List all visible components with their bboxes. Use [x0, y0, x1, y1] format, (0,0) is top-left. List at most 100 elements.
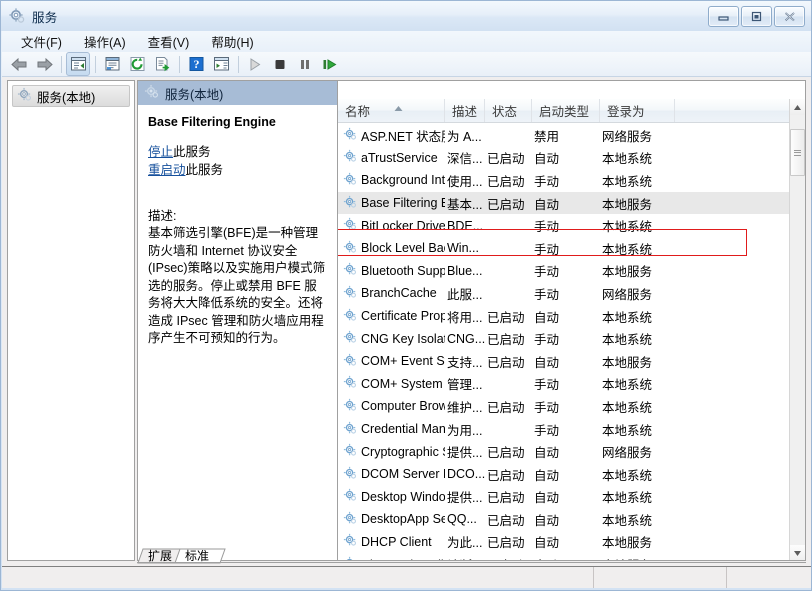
- cell-log-on-as: 网络服务: [600, 442, 675, 461]
- cell-service-name: COM+ Event Sys...: [338, 353, 445, 370]
- cell-description: DCO...: [445, 467, 485, 481]
- table-row[interactable]: BitLocker Drive ...BDE...手动本地系统: [338, 214, 790, 237]
- cell-description: 为用...: [445, 420, 485, 439]
- properties-icon[interactable]: [100, 52, 124, 76]
- help-icon[interactable]: ?: [184, 52, 208, 76]
- content-area: 服务(本地): [2, 77, 811, 566]
- service-name-label: Computer Brow...: [361, 399, 445, 413]
- column-header-description[interactable]: 描述: [445, 99, 485, 122]
- restart-service-link[interactable]: 重启动: [148, 163, 186, 177]
- table-row[interactable]: Background Inte...使用...已启动手动本地系统: [338, 169, 790, 192]
- cell-log-on-as: 本地系统: [600, 397, 675, 416]
- column-header-log-on-as[interactable]: 登录为: [600, 99, 675, 122]
- service-name-label: CNG Key Isolation: [361, 332, 445, 346]
- toolbar: ?: [2, 52, 811, 77]
- table-row[interactable]: aTrustService深信...已启动自动本地系统: [338, 147, 790, 170]
- cell-description: 为 A...: [445, 126, 485, 145]
- service-name-label: COM+ System A...: [361, 377, 445, 391]
- list-column-headers: 名称 描述 状态 启动类型 登录为: [338, 99, 805, 123]
- service-name-label: Block Level Back...: [361, 241, 445, 255]
- list-vertical-scrollbar[interactable]: [789, 99, 805, 561]
- cell-service-name: Desktop Windo...: [338, 488, 445, 505]
- table-row[interactable]: Bluetooth Supp...Blue...手动本地服务: [338, 260, 790, 283]
- scrollbar-thumb[interactable]: [790, 129, 805, 176]
- table-row[interactable]: ASP.NET 状态服务为 A...禁用网络服务: [338, 124, 790, 147]
- close-button[interactable]: [774, 6, 805, 27]
- cell-service-name: COM+ System A...: [338, 375, 445, 392]
- table-row[interactable]: BranchCache此服...手动网络服务: [338, 282, 790, 305]
- status-bar: [2, 566, 811, 588]
- cell-description: 支持...: [445, 352, 485, 371]
- menu-item-file[interactable]: 文件(F): [10, 30, 73, 53]
- back-icon[interactable]: [7, 52, 31, 76]
- window-title: 服务: [32, 7, 58, 26]
- cell-log-on-as: 本地系统: [600, 148, 675, 167]
- service-gear-icon: [343, 149, 357, 166]
- services-list-pane: 名称 描述 状态 启动类型 登录为 ASP.NET 状态服务为 A...禁用网络…: [337, 80, 806, 561]
- stop-service-icon[interactable]: [268, 52, 292, 76]
- stop-service-link[interactable]: 停止: [148, 145, 173, 159]
- cell-startup-type: 手动: [532, 329, 600, 348]
- tab-standard[interactable]: 标准: [174, 548, 216, 563]
- cell-log-on-as: 网络服务: [600, 126, 675, 145]
- toolbar-separator: [61, 56, 62, 73]
- table-row[interactable]: Computer Brow...维护...已启动手动本地系统: [338, 395, 790, 418]
- scrollbar-grip-icon: [794, 148, 801, 157]
- cell-status: 已启动: [485, 397, 532, 416]
- column-header-startup-type[interactable]: 启动类型: [532, 99, 600, 122]
- pause-service-icon[interactable]: [293, 52, 317, 76]
- column-header-name-label: 名称: [345, 101, 370, 120]
- menu-item-view[interactable]: 查看(V): [137, 30, 201, 53]
- cell-status: 已启动: [485, 194, 532, 213]
- services-list-rows: ASP.NET 状态服务为 A...禁用网络服务 aTrustService深信…: [338, 124, 790, 561]
- services-window: 服务 文件(F) 操作(A) 查看(V) 帮助(H): [0, 0, 812, 591]
- maximize-button[interactable]: [741, 6, 772, 27]
- table-row[interactable]: CNG Key IsolationCNG...已启动手动本地系统: [338, 327, 790, 350]
- cell-log-on-as: 本地系统: [600, 329, 675, 348]
- menu-item-action[interactable]: 操作(A): [73, 30, 137, 53]
- restart-service-icon[interactable]: [318, 52, 342, 76]
- column-header-status[interactable]: 状态: [485, 99, 532, 122]
- tabs-baseline: [137, 562, 806, 563]
- table-row[interactable]: DesktopApp Ser...QQ...已启动自动本地系统: [338, 508, 790, 531]
- cell-service-name: CNG Key Isolation: [338, 330, 445, 347]
- scroll-up-arrow-icon[interactable]: [790, 99, 805, 115]
- table-row[interactable]: Desktop Windo...提供...已启动自动本地系统: [338, 486, 790, 509]
- table-row[interactable]: Block Level Back...Win...手动本地系统: [338, 237, 790, 260]
- table-row[interactable]: Cryptographic S...提供...已启动自动网络服务: [338, 440, 790, 463]
- forward-icon[interactable]: [32, 52, 56, 76]
- service-name-label: Credential Mana...: [361, 422, 445, 436]
- table-row[interactable]: COM+ Event Sys...支持...已启动自动本地服务: [338, 350, 790, 373]
- table-row[interactable]: DCOM Server Pr...DCO...已启动自动本地系统: [338, 463, 790, 486]
- cell-description: Win...: [445, 241, 485, 255]
- service-name-label: Certificate Propa...: [361, 309, 445, 323]
- table-row[interactable]: COM+ System A...管理...手动本地系统: [338, 373, 790, 396]
- service-gear-icon: [343, 375, 357, 392]
- show-action-pane-icon[interactable]: [209, 52, 233, 76]
- service-name-label: Background Inte...: [361, 173, 445, 187]
- refresh-icon[interactable]: [125, 52, 149, 76]
- service-name-label: aTrustService: [361, 151, 438, 165]
- cell-service-name: Base Filtering En...: [338, 195, 445, 212]
- services-gear-icon: [8, 7, 26, 25]
- column-header-filler[interactable]: [675, 99, 805, 122]
- start-service-icon[interactable]: [243, 52, 267, 76]
- tab-extended[interactable]: 扩展: [137, 548, 179, 563]
- minimize-button[interactable]: [708, 6, 739, 27]
- cell-log-on-as: 本地系统: [600, 171, 675, 190]
- export-list-icon[interactable]: [150, 52, 174, 76]
- tab-standard-label: 标准: [183, 547, 213, 564]
- menu-item-help[interactable]: 帮助(H): [200, 30, 264, 53]
- cell-service-name: aTrustService: [338, 149, 445, 166]
- service-gear-icon: [343, 511, 357, 528]
- cell-log-on-as: 本地系统: [600, 420, 675, 439]
- cell-description: Blue...: [445, 264, 485, 278]
- tree-item-services-local[interactable]: 服务(本地): [12, 85, 130, 107]
- table-row[interactable]: Base Filtering En...基本...已启动自动本地服务: [338, 192, 790, 215]
- table-row[interactable]: Certificate Propa...将用...已启动自动本地系统: [338, 305, 790, 328]
- cell-log-on-as: 本地系统: [600, 510, 675, 529]
- show-hide-tree-icon[interactable]: [66, 52, 90, 76]
- column-header-name[interactable]: 名称: [338, 99, 445, 122]
- service-gear-icon: [343, 240, 357, 257]
- table-row[interactable]: Credential Mana...为用...手动本地系统: [338, 418, 790, 441]
